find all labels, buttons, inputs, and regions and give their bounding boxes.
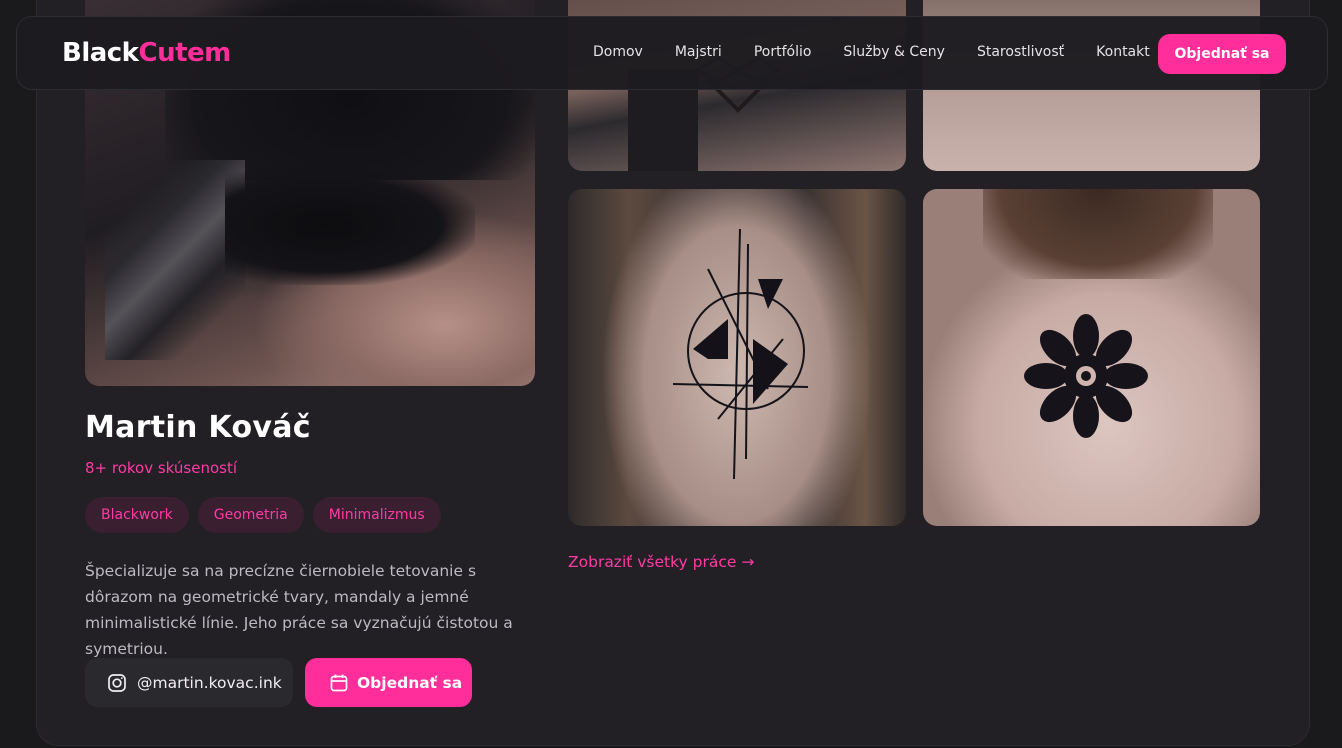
nav-book-button[interactable]: Objednať sa <box>1158 34 1286 74</box>
instagram-handle: @martin.kovac.ink <box>137 673 282 692</box>
nav-links: Domov Majstri Portfólio Služby & Ceny St… <box>593 44 1182 60</box>
tag-blackwork: Blackwork <box>85 497 189 533</box>
artist-tags: Blackwork Geometria Minimalizmus <box>85 497 450 533</box>
nav-item-portfolio[interactable]: Portfólio <box>754 44 812 60</box>
nav-item-kontakt[interactable]: Kontakt <box>1096 44 1150 60</box>
view-all-work-link[interactable]: Zobraziť všetky práce → <box>568 553 754 571</box>
tag-minimalizmus: Minimalizmus <box>312 497 441 533</box>
book-button-label: Objednať sa <box>357 673 463 692</box>
nav-item-majstri[interactable]: Majstri <box>675 44 722 60</box>
logo-part-cutem: Cutem <box>138 38 231 68</box>
instagram-icon <box>108 673 126 692</box>
artist-book-button[interactable]: Objednať sa <box>305 658 472 707</box>
artist-bio: Špecializuje sa na precízne čiernobiele … <box>85 562 513 658</box>
tag-geometria: Geometria <box>197 497 304 533</box>
portfolio-image-geometric-leg[interactable] <box>568 189 906 526</box>
instagram-button[interactable]: @martin.kovac.ink <box>85 658 293 707</box>
nav-item-sluzby-ceny[interactable]: Služby & Ceny <box>843 44 945 60</box>
nav-item-starostlivost[interactable]: Starostlivosť <box>977 44 1064 60</box>
main-navbar: BlackCutem Domov Majstri Portfólio Služb… <box>16 16 1328 90</box>
artist-name: Martin Kováč <box>85 410 311 445</box>
calendar-icon <box>330 674 348 691</box>
logo-part-black: Black <box>62 38 139 68</box>
artist-experience: 8+ rokov skúseností <box>85 459 238 477</box>
brand-logo[interactable]: BlackCutem <box>62 38 231 68</box>
nav-item-domov[interactable]: Domov <box>593 44 643 60</box>
portfolio-image-mandala-neck[interactable] <box>923 189 1260 526</box>
